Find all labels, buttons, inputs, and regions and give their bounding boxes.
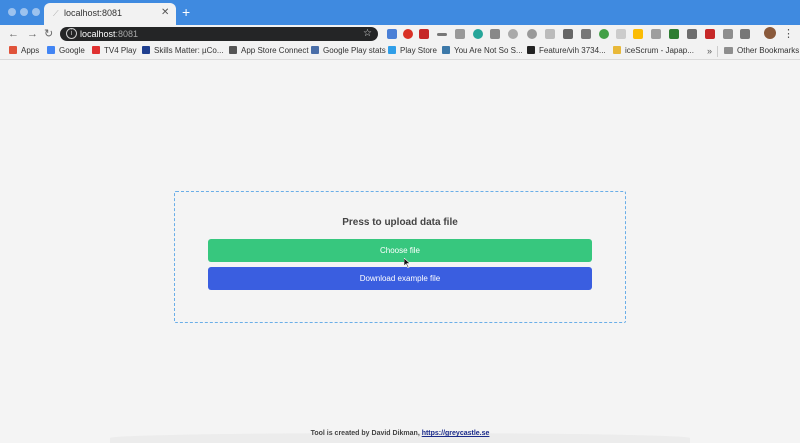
upload-title: Press to upload data file bbox=[342, 217, 458, 228]
minimize-window-button[interactable] bbox=[20, 8, 28, 16]
profile-avatar[interactable] bbox=[764, 27, 776, 39]
google-drive-icon[interactable] bbox=[633, 29, 643, 39]
bookmark-label: iceScrum - Japap... bbox=[625, 46, 694, 55]
extension-icon[interactable] bbox=[705, 29, 715, 39]
play-store-icon bbox=[388, 46, 396, 54]
extension-icon[interactable] bbox=[740, 29, 750, 39]
bookmark-label: Skills Matter: µCo... bbox=[154, 46, 224, 55]
wordpress-icon bbox=[442, 46, 450, 54]
skills-matter-icon bbox=[142, 46, 150, 54]
tv4-icon bbox=[92, 46, 100, 54]
bookmark-item[interactable]: TV4 Play bbox=[92, 45, 136, 57]
file-dropzone[interactable]: Press to upload data file Choose file Do… bbox=[174, 191, 626, 323]
extension-icon[interactable] bbox=[545, 29, 555, 39]
footer: Tool is created by David Dikman, https:/… bbox=[0, 430, 800, 437]
extension-icon[interactable] bbox=[419, 29, 429, 39]
browser-toolbar: ← → ↻ i localhost:8081 ☆ ⋮ bbox=[0, 25, 800, 43]
folder-icon bbox=[724, 47, 733, 54]
mouse-cursor-icon bbox=[404, 258, 411, 268]
bookmark-star-icon[interactable]: ☆ bbox=[363, 27, 372, 41]
bookmark-label: You Are Not So S... bbox=[454, 46, 523, 55]
new-tab-button[interactable]: + bbox=[182, 3, 190, 21]
page-content: Press to upload data file Choose file Do… bbox=[0, 61, 800, 443]
bookmark-item[interactable]: Feature/vih 3734... bbox=[527, 45, 606, 57]
extension-icon[interactable] bbox=[455, 29, 465, 39]
download-example-button[interactable]: Download example file bbox=[208, 267, 592, 290]
extension-icon[interactable] bbox=[508, 29, 518, 39]
apps-grid-icon bbox=[9, 46, 17, 54]
extension-icon[interactable] bbox=[651, 29, 661, 39]
bookmark-label: Google Play stats bbox=[323, 46, 386, 55]
footer-text: Tool is created by David Dikman, bbox=[310, 430, 422, 437]
address-bar[interactable]: i localhost:8081 ☆ bbox=[60, 27, 378, 41]
pocket-icon[interactable] bbox=[723, 29, 733, 39]
bookmark-item[interactable]: iceScrum - Japap... bbox=[613, 45, 694, 57]
extension-icon[interactable] bbox=[687, 29, 697, 39]
bookmark-item[interactable]: You Are Not So S... bbox=[442, 45, 523, 57]
site-info-icon[interactable]: i bbox=[66, 28, 77, 39]
bookmark-item[interactable]: Google Play stats bbox=[311, 45, 386, 57]
extension-icon[interactable] bbox=[403, 29, 413, 39]
bookmark-item[interactable]: Skills Matter: µCo... bbox=[142, 45, 224, 57]
close-tab-icon[interactable]: ✕ bbox=[161, 7, 169, 19]
bookmark-label: Google bbox=[59, 46, 85, 55]
address-url: localhost:8081 bbox=[80, 28, 138, 40]
forward-icon[interactable]: → bbox=[27, 26, 38, 42]
footer-link[interactable]: https://greycastle.se bbox=[422, 430, 490, 437]
google-icon bbox=[47, 46, 55, 54]
choose-file-button[interactable]: Choose file bbox=[208, 239, 592, 262]
url-host: localhost bbox=[80, 29, 116, 39]
apple-icon bbox=[229, 46, 237, 54]
bookmark-label: Apps bbox=[21, 46, 40, 55]
camera-icon[interactable] bbox=[490, 29, 500, 39]
loading-icon: ⟋ bbox=[53, 9, 59, 18]
browser-menu-icon[interactable]: ⋮ bbox=[783, 26, 794, 42]
bookmark-item[interactable]: Play Store bbox=[388, 45, 437, 57]
extension-icon[interactable] bbox=[669, 29, 679, 39]
google-play-stats-icon bbox=[311, 46, 319, 54]
github-icon bbox=[527, 46, 535, 54]
bookmark-item[interactable]: Google bbox=[47, 45, 85, 57]
bookmark-item[interactable]: Apps bbox=[9, 45, 39, 57]
bookmarks-divider bbox=[717, 46, 718, 57]
bookmarks-bar: Apps Google TV4 Play Skills Matter: µCo... A… bbox=[0, 43, 800, 60]
maximize-window-button[interactable] bbox=[32, 8, 40, 16]
icescrum-icon bbox=[613, 46, 621, 54]
tab-title: localhost:8081 bbox=[64, 8, 123, 18]
back-icon[interactable]: ← bbox=[8, 26, 19, 42]
close-window-button[interactable] bbox=[8, 8, 16, 16]
url-port: :8081 bbox=[115, 29, 139, 39]
extension-icon[interactable] bbox=[527, 29, 537, 39]
extension-icon[interactable] bbox=[387, 29, 397, 39]
extension-icon[interactable] bbox=[563, 29, 573, 39]
bookmark-label: App Store Connect bbox=[241, 46, 309, 55]
document-icon[interactable] bbox=[616, 29, 626, 39]
browser-tab-strip: ⟋ localhost:8081 ✕ + bbox=[0, 0, 800, 25]
extension-icon[interactable] bbox=[437, 33, 447, 36]
bookmarks-overflow-button[interactable]: » bbox=[707, 44, 712, 58]
browser-tab[interactable]: ⟋ localhost:8081 ✕ bbox=[44, 3, 176, 25]
other-bookmarks-label: Other Bookmarks bbox=[737, 46, 800, 55]
extension-icon[interactable] bbox=[599, 29, 609, 39]
reload-icon[interactable]: ↻ bbox=[44, 26, 53, 42]
extension-icon[interactable] bbox=[473, 29, 483, 39]
bookmark-label: Feature/vih 3734... bbox=[539, 46, 606, 55]
extension-icon[interactable] bbox=[581, 29, 591, 39]
bookmark-label: Play Store bbox=[400, 46, 437, 55]
other-bookmarks[interactable]: Other Bookmarks bbox=[724, 45, 799, 57]
bookmark-label: TV4 Play bbox=[104, 46, 137, 55]
bookmark-item[interactable]: App Store Connect bbox=[229, 45, 309, 57]
